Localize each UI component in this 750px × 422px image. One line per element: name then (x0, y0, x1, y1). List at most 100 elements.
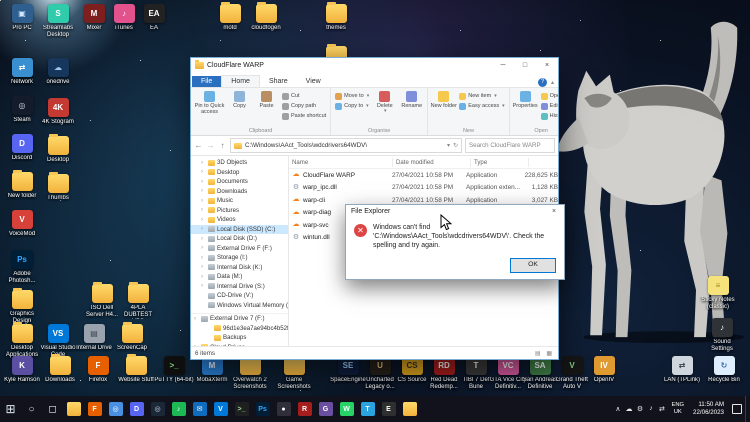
mail-icon[interactable]: ✉ (189, 396, 210, 422)
back-icon[interactable]: ← (194, 141, 203, 150)
desktop-icon[interactable]: 4PLA DUBTEST VPS (120, 284, 156, 319)
desktop-icon[interactable]: ♪ Sound Settings (704, 318, 740, 353)
firefox-icon[interactable]: F (84, 396, 105, 422)
help-icon[interactable]: ? (538, 78, 547, 87)
tab-home[interactable]: Home (221, 75, 260, 87)
forward-icon[interactable]: → (206, 141, 215, 150)
desktop-icon[interactable]: Website Stuff (118, 356, 154, 384)
paste-shortcut-button[interactable]: Paste shortcut (280, 111, 328, 121)
expand-arrow-icon[interactable]: › (201, 226, 206, 232)
discord-icon[interactable]: D (126, 396, 147, 422)
desktop-icon[interactable]: ⇄ Network (4, 58, 40, 86)
nav-item[interactable]: CD-Drive (V:) (191, 291, 288, 301)
task-view-icon[interactable]: ◻ (42, 396, 63, 422)
copy-to-button[interactable]: Copy to (333, 101, 371, 111)
pin-to-quick-access-button[interactable]: Pin to Quick access (193, 89, 226, 116)
expand-arrow-icon[interactable]: › (201, 207, 206, 213)
nav-item[interactable]: 96d1e3ea7ae94bc4b52fe8... (191, 324, 288, 334)
epic-games-icon[interactable]: E (378, 396, 399, 422)
desktop-icon[interactable]: ◎ Steam (4, 96, 40, 124)
properties-button[interactable]: Properties (512, 89, 539, 110)
desktop-icon[interactable]: motd (212, 4, 248, 32)
start-icon[interactable]: ⊞ (0, 396, 21, 422)
terminal-icon[interactable]: >_ (231, 396, 252, 422)
nav-item[interactable]: › 3D Objects (191, 158, 288, 168)
desktop-icon[interactable]: ▣ Pro PC (4, 4, 40, 32)
steam-icon[interactable]: ◎ (147, 396, 168, 422)
desktop-icon[interactable]: Thumbs (40, 174, 76, 202)
desktop-icon[interactable]: Overwatch 2 Screenshots (232, 356, 268, 391)
close-button[interactable]: × (536, 58, 558, 73)
nav-item[interactable]: › Pictures (191, 206, 288, 216)
expand-arrow-icon[interactable]: › (201, 179, 206, 185)
desktop-icon[interactable]: ⇄ LAN (TPLink) (664, 356, 700, 384)
expand-arrow-icon[interactable]: › (201, 217, 206, 223)
expand-arrow-icon[interactable]: › (201, 188, 206, 194)
desktop-icon[interactable]: cloudfogen (248, 4, 284, 32)
nav-item[interactable]: › Storage (I:) (191, 253, 288, 263)
game-red-icon[interactable]: R (294, 396, 315, 422)
expand-arrow-icon[interactable]: › (194, 316, 199, 322)
expand-arrow-icon[interactable]: › (201, 160, 206, 166)
nav-item[interactable]: › Downloads (191, 187, 288, 197)
desktop-icon[interactable]: D Discord (4, 134, 40, 162)
game-purple-icon[interactable]: G (315, 396, 336, 422)
desktop-icon[interactable]: EA EA (136, 4, 172, 32)
desktop-icon[interactable]: Game Screenshots (276, 356, 312, 391)
move-to-button[interactable]: Move to (333, 91, 371, 101)
photoshop-icon[interactable]: Ps (252, 396, 273, 422)
network-tray-icon[interactable]: ⇄ (656, 405, 667, 413)
nav-item[interactable]: › Videos (191, 215, 288, 225)
easy-access-button[interactable]: Easy access (457, 101, 506, 111)
onedrive-tray-icon[interactable]: ☁ (623, 405, 634, 413)
expand-arrow-icon[interactable]: › (201, 274, 206, 280)
title-bar[interactable]: CloudFlare WARP ─ □ × (191, 58, 558, 73)
desktop-icon[interactable]: ↻ Recycle Bin (706, 356, 742, 384)
delete-button[interactable]: Delete (371, 89, 398, 116)
column-header-name[interactable]: Name (289, 158, 393, 167)
new-item-button[interactable]: New item (457, 91, 506, 101)
collapse-ribbon-icon[interactable]: ▴ (551, 79, 554, 86)
nav-item[interactable]: › Local Disk (SSD) (C:) (191, 225, 288, 235)
nav-item[interactable]: › Desktop (191, 168, 288, 178)
nav-item[interactable]: › Internal Drive (S:) (191, 282, 288, 292)
expand-arrow-icon[interactable]: › (201, 264, 206, 270)
column-header-size[interactable]: Size (529, 158, 558, 167)
expand-arrow-icon[interactable]: › (201, 169, 206, 175)
spotify-icon[interactable]: ♪ (168, 396, 189, 422)
column-header-type[interactable]: Type (471, 158, 529, 167)
desktop-icon[interactable]: themes (318, 4, 354, 32)
expand-arrow-icon[interactable]: › (201, 283, 206, 289)
copy-path-button[interactable]: Copy path (280, 101, 328, 111)
minimize-button[interactable]: ─ (492, 58, 514, 73)
taskbar-clock[interactable]: 11:50 AM 22/06/2023 (688, 401, 729, 417)
dialog-close-icon[interactable]: × (544, 205, 564, 218)
up-icon[interactable]: ↑ (218, 141, 227, 150)
tab-file[interactable]: File (192, 76, 221, 87)
desktop-icon[interactable]: IV OpenIV (586, 356, 622, 384)
folder-shortcut-icon[interactable] (399, 396, 420, 422)
nav-item[interactable]: › Documents (191, 177, 288, 187)
nav-item[interactable]: › Local Disk (D:) (191, 234, 288, 244)
search-box[interactable] (465, 138, 555, 153)
action-center-icon[interactable] (729, 396, 745, 422)
show-desktop-button[interactable] (745, 396, 750, 422)
desktop-icon[interactable]: K Kyle Ramson (4, 356, 40, 384)
nav-item[interactable]: › External Drive 7 (F:) (191, 313, 288, 324)
refresh-icon[interactable]: ↻ (453, 142, 458, 149)
desktop-icon[interactable]: 4K 4K Stogram (40, 98, 76, 126)
obs-icon[interactable]: ● (273, 396, 294, 422)
whatsapp-icon[interactable]: W (336, 396, 357, 422)
history-button[interactable]: History (539, 111, 558, 121)
file-explorer-icon[interactable] (63, 396, 84, 422)
expand-arrow-icon[interactable]: › (201, 236, 206, 242)
desktop-icon[interactable]: ☁ onedrive (40, 58, 76, 86)
CloudFlare WARP[interactable]: ☁CloudFlare WARP 27/04/2021 10:58 PM App… (289, 169, 558, 182)
desktop-icon[interactable]: New folder (4, 172, 40, 200)
desktop-icon[interactable]: Graphics Design (4, 290, 40, 325)
nav-item[interactable]: › Internal Disk (K:) (191, 263, 288, 273)
rename-button[interactable]: Rename (398, 89, 425, 110)
nav-item[interactable]: Backups (191, 333, 288, 343)
desktop-icon[interactable]: Desktop (40, 136, 76, 164)
open-button[interactable]: Open (539, 91, 558, 101)
